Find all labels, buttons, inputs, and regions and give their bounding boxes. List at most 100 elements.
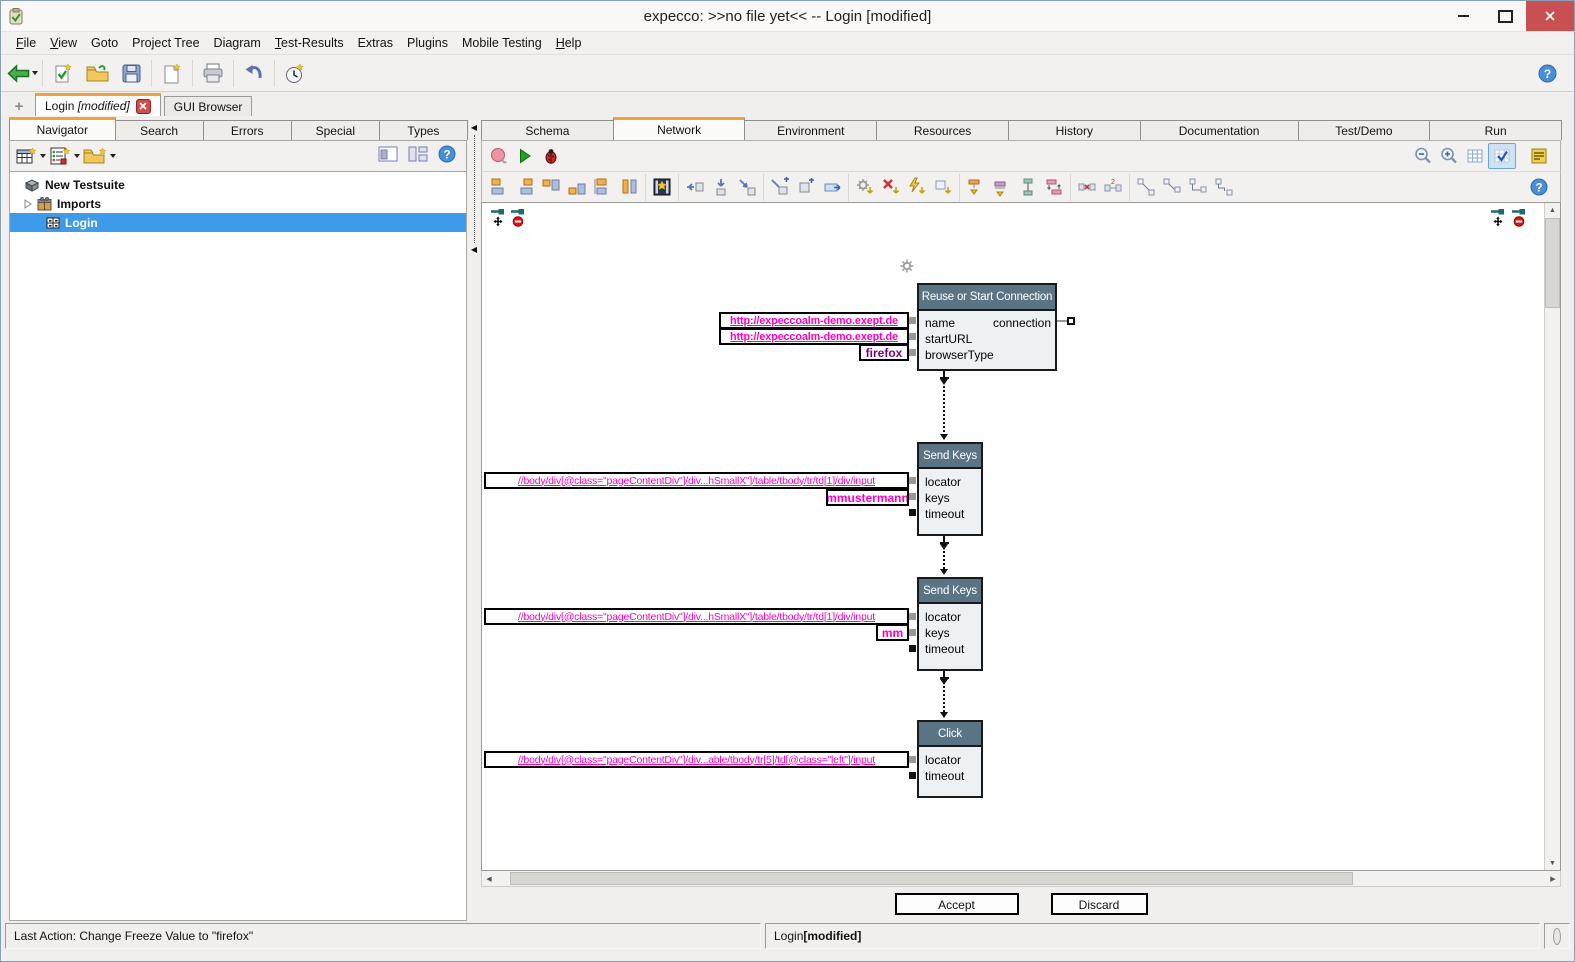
value-box-starturl[interactable]: http://expeccoalm-demo.exept.de bbox=[719, 328, 909, 345]
help-button[interactable]: ? bbox=[1530, 58, 1564, 88]
input-pin-marker-icon[interactable] bbox=[490, 208, 506, 227]
block-title[interactable]: Send Keys bbox=[919, 579, 981, 604]
add-tab-button[interactable]: + bbox=[9, 96, 29, 116]
navigator-help-button[interactable]: ? bbox=[438, 145, 456, 168]
splitter-handle[interactable] bbox=[474, 135, 475, 243]
scroll-right-icon[interactable]: ▶ bbox=[1546, 872, 1560, 886]
generate-action-button[interactable] bbox=[852, 175, 878, 199]
zoom-in-button[interactable] bbox=[1436, 144, 1462, 168]
tab-environment[interactable]: Environment bbox=[744, 120, 877, 140]
menu-diagram[interactable]: Diagram bbox=[207, 34, 268, 52]
pin-connector[interactable] bbox=[909, 629, 916, 636]
step-block-click[interactable]: Click locator timeout bbox=[917, 720, 983, 798]
reconnect-button[interactable]: 2 bbox=[1100, 175, 1126, 199]
canvas-vertical-scrollbar[interactable]: ▲ ▼ bbox=[1544, 203, 1560, 870]
run-button[interactable] bbox=[512, 144, 538, 168]
align-right-button[interactable] bbox=[512, 175, 538, 199]
align-bottom-button[interactable] bbox=[564, 175, 590, 199]
tab-schema[interactable]: Schema bbox=[481, 120, 614, 140]
step-settings-gear-icon[interactable] bbox=[900, 259, 914, 278]
align-top-button[interactable] bbox=[538, 175, 564, 199]
move-out-button[interactable] bbox=[734, 175, 760, 199]
menu-test-results[interactable]: Test-Results bbox=[268, 34, 351, 52]
panel-splitter[interactable]: ◀ ◀ bbox=[467, 116, 481, 921]
new-item-button[interactable] bbox=[14, 141, 48, 171]
collapse-left-icon[interactable]: ◀ bbox=[471, 124, 477, 132]
canvas-horizontal-scrollbar[interactable]: ◀ ▶ bbox=[481, 871, 1561, 887]
menu-file[interactable]: File bbox=[9, 34, 43, 52]
debug-button[interactable] bbox=[538, 144, 564, 168]
menu-mobile-testing[interactable]: Mobile Testing bbox=[455, 34, 549, 52]
tab-errors[interactable]: Errors bbox=[203, 120, 292, 140]
tab-resources[interactable]: Resources bbox=[876, 120, 1009, 140]
pin-connector[interactable] bbox=[909, 477, 916, 484]
show-grid-button[interactable] bbox=[1462, 144, 1488, 168]
close-tab-icon[interactable] bbox=[136, 99, 151, 114]
step-block-send-keys-2[interactable]: Send Keys locator keys timeout bbox=[917, 577, 983, 671]
connector-direct-button[interactable] bbox=[1133, 175, 1159, 199]
collapse-left-icon[interactable]: ◀ bbox=[471, 246, 477, 254]
pin-connector[interactable] bbox=[909, 645, 916, 652]
menu-view[interactable]: View bbox=[43, 34, 84, 52]
delete-action-button[interactable] bbox=[878, 175, 904, 199]
step-block-reuse-or-start-connection[interactable]: Reuse or Start Connection nameconnection… bbox=[917, 283, 1057, 371]
block-title[interactable]: Send Keys bbox=[919, 444, 981, 469]
accept-button[interactable]: Accept bbox=[895, 893, 1019, 915]
log-view-button[interactable] bbox=[1526, 144, 1552, 168]
align-vcenter-button[interactable] bbox=[590, 175, 616, 199]
tree-item-testsuite[interactable]: New Testsuite bbox=[10, 175, 466, 194]
remove-connections-button[interactable] bbox=[1074, 175, 1100, 199]
tree-item-imports[interactable]: Imports bbox=[10, 194, 466, 213]
value-box-locator[interactable]: //body/div[@class="pageContentDiv"]/div.… bbox=[484, 472, 909, 489]
pin-connector[interactable] bbox=[909, 756, 916, 763]
move-into-button[interactable] bbox=[682, 175, 708, 199]
value-box-keys[interactable]: mm bbox=[876, 624, 909, 641]
tab-types[interactable]: Types bbox=[379, 120, 468, 140]
menu-project-tree[interactable]: Project Tree bbox=[125, 34, 206, 52]
show-sidebar-button[interactable] bbox=[378, 146, 398, 167]
block-title[interactable]: Click bbox=[919, 722, 981, 747]
add-compound-button[interactable] bbox=[793, 175, 819, 199]
menu-plugins[interactable]: Plugins bbox=[400, 34, 455, 52]
tab-run[interactable]: Run bbox=[1429, 120, 1562, 140]
menu-help[interactable]: Help bbox=[549, 34, 589, 52]
save-button[interactable] bbox=[114, 58, 148, 88]
output-pin-connector[interactable] bbox=[1067, 317, 1075, 325]
auto-layout-button[interactable] bbox=[649, 175, 675, 199]
scroll-down-icon[interactable]: ▼ bbox=[1545, 856, 1560, 870]
menu-goto[interactable]: Goto bbox=[84, 34, 125, 52]
value-box-keys[interactable]: mmustermann bbox=[826, 489, 909, 506]
close-icon[interactable] bbox=[1526, 1, 1574, 31]
new-document-button[interactable] bbox=[155, 58, 189, 88]
add-inline-button[interactable] bbox=[819, 175, 845, 199]
tree-item-login[interactable]: Login bbox=[10, 213, 466, 232]
stop-pin-marker-icon[interactable] bbox=[510, 208, 526, 227]
value-box-browsertype[interactable]: firefox bbox=[859, 344, 909, 361]
quick-generate-button[interactable] bbox=[904, 175, 930, 199]
new-folder-button[interactable] bbox=[82, 141, 116, 171]
pin-bottom-button[interactable] bbox=[989, 175, 1015, 199]
split-view-button[interactable] bbox=[408, 146, 428, 167]
tab-network[interactable]: Network bbox=[613, 117, 746, 140]
open-button[interactable] bbox=[80, 58, 114, 88]
pin-connector[interactable] bbox=[909, 349, 916, 356]
discard-button[interactable]: Discard bbox=[1051, 893, 1148, 915]
pin-top-button[interactable] bbox=[963, 175, 989, 199]
tab-documentation[interactable]: Documentation bbox=[1140, 120, 1299, 140]
pin-connector[interactable] bbox=[909, 317, 916, 324]
tab-navigator[interactable]: Navigator bbox=[9, 117, 116, 140]
tab-special[interactable]: Special bbox=[291, 120, 380, 140]
tab-search[interactable]: Search bbox=[115, 120, 204, 140]
horizontal-scroll-thumb[interactable] bbox=[510, 872, 1353, 885]
menu-extras[interactable]: Extras bbox=[351, 34, 400, 52]
value-box-name[interactable]: http://expeccoalm-demo.exept.de bbox=[719, 312, 909, 329]
tab-history[interactable]: History bbox=[1008, 120, 1141, 140]
input-pin-marker-icon[interactable] bbox=[1490, 208, 1506, 227]
network-help-button[interactable]: ? bbox=[1526, 175, 1552, 199]
check-suite-button[interactable] bbox=[46, 58, 80, 88]
print-button[interactable] bbox=[196, 58, 230, 88]
record-button[interactable] bbox=[486, 144, 512, 168]
vertical-scroll-thumb[interactable] bbox=[1545, 218, 1560, 308]
align-left-button[interactable] bbox=[486, 175, 512, 199]
swap-orientation-button[interactable] bbox=[1041, 175, 1067, 199]
